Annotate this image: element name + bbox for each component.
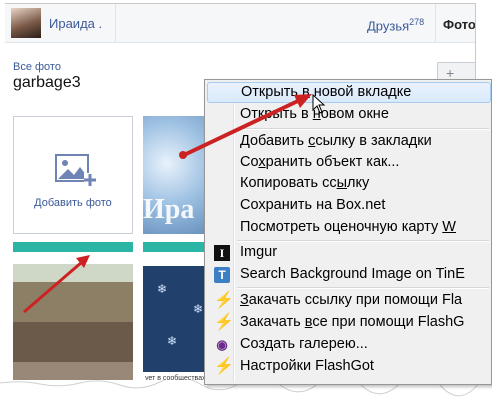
avatar[interactable] <box>11 8 41 38</box>
menu-item-flashgot-all[interactable]: ⚡ Закачать все при помощи FlashG <box>207 312 491 333</box>
menu-item-bookmark-link[interactable]: Добавить ссылку в закладки <box>207 131 491 152</box>
menu-item-accesskey: З <box>240 292 249 308</box>
context-menu: Открыть в новой вкладке Открыть в новом … <box>204 79 492 385</box>
breadcrumb-all-photos[interactable]: Все фото <box>13 61 61 73</box>
menu-item-label: Imgur <box>240 244 278 260</box>
menu-item-open-new-window[interactable]: Открыть в новом окне <box>207 104 491 125</box>
menu-item-save-link-as[interactable]: Сохранить объект как... <box>207 152 491 173</box>
menu-item-build-gallery[interactable]: ◉ Создать галерею... <box>207 334 491 355</box>
flashgot-all-icon: ⚡ <box>214 314 234 331</box>
menu-item-flashgot-link[interactable]: ⚡ Закачать ссылку при помощи Fla <box>207 290 491 311</box>
menu-item-label: акачать ссылку при помощи Fla <box>248 292 463 308</box>
add-photo-label: Добавить фото <box>34 197 112 209</box>
menu-item-save-to-box[interactable]: Сохранить на Box.net <box>207 195 491 216</box>
friends-link[interactable]: Друзья278 <box>367 17 424 33</box>
snowflake-icon: ❄ <box>167 334 178 348</box>
divider <box>435 4 436 42</box>
menu-item-label: Закачать <box>240 314 305 330</box>
flashgot-icon: ⚡ <box>214 292 234 309</box>
top-navigation-bar: Ираида . Друзья278 Фото <box>5 4 475 43</box>
menu-item-imgur[interactable]: I Imgur <box>207 242 491 263</box>
menu-item-copy-link[interactable]: Копировать ссылку <box>207 173 491 194</box>
menu-item-label: Со <box>240 154 259 170</box>
menu-item-label: овом окне <box>320 106 389 122</box>
friends-label: Друзья <box>367 18 410 34</box>
snowflake-icon: ❄ <box>157 282 168 296</box>
menu-item-accesskey: х <box>258 154 266 170</box>
menu-item-view-wot-scorecard[interactable]: Посмотреть оценочную карту W <box>207 217 491 238</box>
menu-separator <box>237 128 489 129</box>
menu-item-label: Настройки FlashGot <box>240 358 374 374</box>
menu-item-label: Добавить <box>240 133 309 149</box>
page-title: garbage3 <box>13 74 81 91</box>
add-photo-icon <box>55 154 96 186</box>
menu-item-label: Открыть в <box>240 106 313 122</box>
gallery-eye-icon: ◉ <box>216 337 228 352</box>
menu-item-label: Сохранить на Box.net <box>240 197 386 213</box>
menu-item-tineye-search[interactable]: T Search Background Image on TinE <box>207 264 491 285</box>
menu-item-label: се при помощи FlashG <box>312 314 465 330</box>
menu-item-accesskey: ы <box>336 175 348 191</box>
thumbnail-text: Ира <box>143 194 195 225</box>
menu-separator <box>237 240 489 241</box>
menu-separator <box>237 287 489 288</box>
menu-item-label: Копировать сс <box>240 175 337 191</box>
flashgot-settings-icon: ⚡ <box>214 358 234 375</box>
menu-item-accesskey: W <box>442 219 456 235</box>
menu-item-label: лку <box>347 175 370 191</box>
menu-item-label: Открыть <box>241 84 302 100</box>
add-photo-tile[interactable]: Добавить фото <box>13 116 133 234</box>
menu-item-open-new-tab[interactable]: Открыть в новой вкладке <box>207 82 491 103</box>
mouse-cursor-icon <box>312 94 326 114</box>
divider <box>115 4 116 42</box>
friends-count: 278 <box>409 17 425 27</box>
menu-item-label: сылку в закладки <box>315 133 432 149</box>
menu-item-label: Search Background Image on TinE <box>240 266 465 282</box>
imgur-icon: I <box>214 245 230 261</box>
menu-item-label: Создать галерею... <box>240 336 368 352</box>
menu-item-flashgot-settings[interactable]: ⚡ Настройки FlashGot <box>207 356 491 377</box>
tineye-icon: T <box>214 267 230 283</box>
photo-thumbnail[interactable] <box>13 242 133 385</box>
tab-photos[interactable]: Фото <box>443 17 475 32</box>
menu-item-label: ранить объект как... <box>265 154 400 170</box>
snowflake-icon: ❄ <box>193 302 204 316</box>
menu-item-label: Посмотреть оценочную карту <box>240 219 443 235</box>
profile-name-link[interactable]: Ираида . <box>49 16 102 31</box>
menu-item-accesskey: в <box>301 84 310 100</box>
